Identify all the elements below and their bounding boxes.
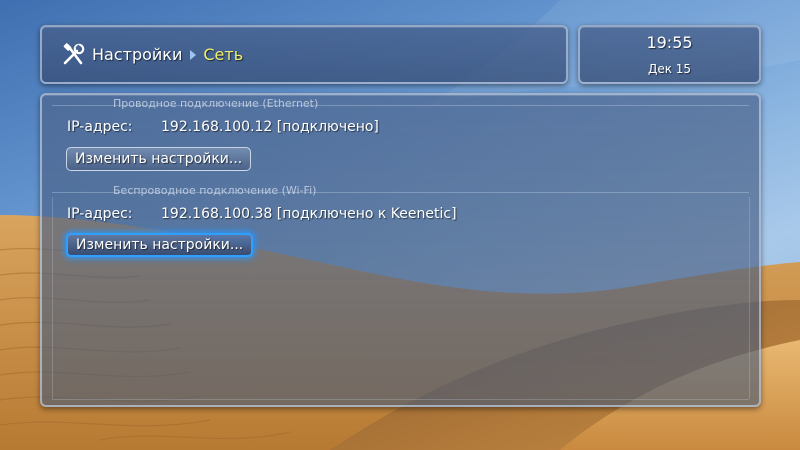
ethernet-ip-row: IP-адрес: 192.168.100.12 [подключено] [67,119,379,135]
wifi-box-right-border [749,197,750,399]
breadcrumb-current: Сеть [203,45,244,64]
wifi-change-settings-button[interactable]: Изменить настройки... [66,233,254,257]
network-settings-panel: Проводное подключение (Ethernet) IP-адре… [40,93,761,407]
breadcrumb-separator-icon [190,49,197,60]
wifi-ip-row: IP-адрес: 192.168.100.38 [подключено к Ke… [67,206,457,222]
ethernet-ip-label: IP-адрес: [67,119,133,135]
wifi-ip-label: IP-адрес: [67,206,133,222]
wifi-section: Беспроводное подключение (Wi-Fi) IP-адре… [52,184,749,274]
wifi-box-bottom-border [52,399,749,400]
tools-icon [60,42,86,68]
ethernet-ip-value: 192.168.100.12 [подключено] [161,119,379,135]
wifi-box-left-border [52,197,53,399]
wifi-ip-value: 192.168.100.38 [подключено к Keenetic] [161,206,457,222]
header-panel: Настройки Сеть [40,25,568,84]
clock-time: 19:55 [646,33,693,52]
breadcrumb-root[interactable]: Настройки [92,45,182,64]
wifi-section-title: Беспроводное подключение (Wi-Fi) [113,184,317,197]
ethernet-section-title: Проводное подключение (Ethernet) [113,97,319,110]
clock-panel: 19:55 Дек 15 [578,25,761,84]
ethernet-section: Проводное подключение (Ethernet) IP-адре… [52,97,749,183]
clock-date: Дек 15 [647,62,692,76]
ethernet-change-settings-button[interactable]: Изменить настройки... [66,147,252,171]
breadcrumb: Настройки Сеть [60,27,243,82]
